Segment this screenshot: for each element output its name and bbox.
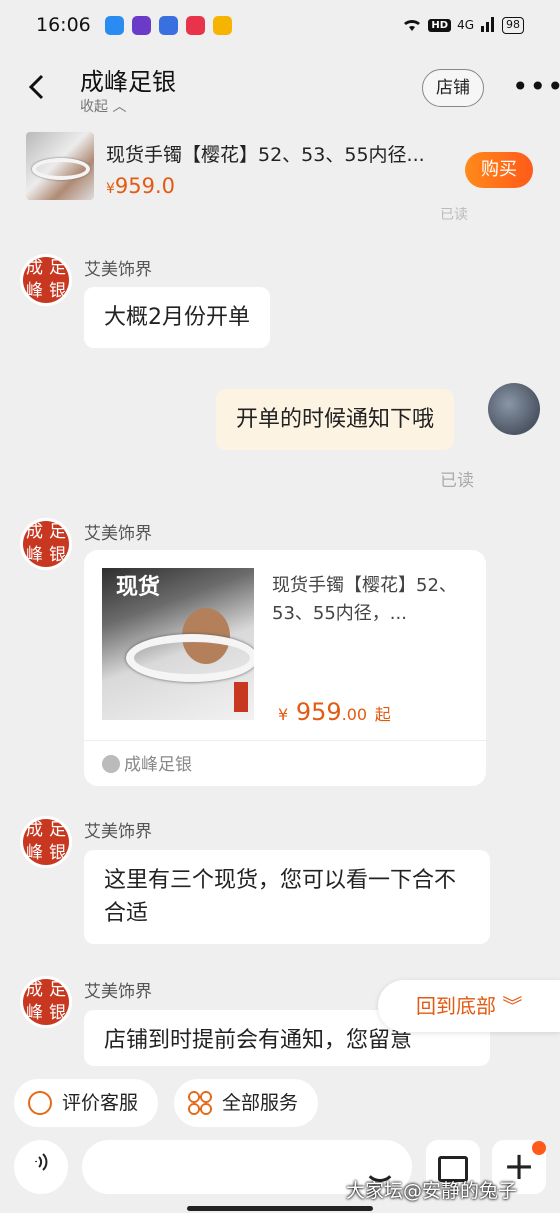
rate-service-button[interactable]: 评价客服: [14, 1079, 158, 1127]
my-message-bubble[interactable]: 开单的时候通知下哦: [216, 389, 455, 450]
signal-icon: [480, 16, 496, 35]
app-notification-icon: [212, 15, 232, 35]
watermark: 大家坛@安静的兔子: [346, 1180, 518, 1202]
wifi-icon: [402, 16, 422, 35]
avatar[interactable]: 成足峰银: [20, 816, 72, 868]
product-image: 现货: [102, 568, 254, 720]
app-notification-icon: [158, 15, 178, 35]
chip-label: 评价客服: [62, 1092, 139, 1114]
sender-name: 艾美饰界: [84, 524, 152, 544]
product-thumbnail: [26, 132, 94, 200]
product-card[interactable]: 现货 现货手镯【樱花】52、53、55内径，... ¥ 959.00 起 成峰足…: [84, 550, 486, 786]
all-services-button[interactable]: 全部服务: [174, 1079, 318, 1127]
grid-icon: [188, 1091, 212, 1115]
avatar[interactable]: 成足峰银: [20, 976, 72, 1028]
notification-dot: [532, 1141, 546, 1155]
status-indicators: HD 4G 98: [402, 16, 524, 35]
sender-name: 艾美饰界: [84, 822, 152, 842]
user-avatar[interactable]: [488, 383, 540, 435]
product-price: ¥959.0: [106, 174, 176, 198]
app-notification-icon: [104, 15, 124, 35]
hd-badge: HD: [428, 18, 452, 32]
status-time: 16:06: [36, 14, 91, 36]
shop-button[interactable]: 店铺: [422, 69, 484, 107]
product-card-title: 现货手镯【樱花】52、53、55内径，...: [272, 575, 457, 624]
product-card-shop[interactable]: 成峰足银: [102, 750, 192, 775]
chat-header: 成峰足银 收起 ︿ 店铺 •••: [0, 52, 560, 122]
read-status: 已读: [440, 471, 474, 491]
back-icon[interactable]: [26, 72, 48, 110]
home-indicator[interactable]: [187, 1206, 373, 1211]
product-title: 现货手镯【樱花】52、53、55内径...: [106, 144, 425, 166]
pinned-product[interactable]: 现货手镯【樱花】52、53、55内径... ¥959.0 购买: [0, 124, 560, 212]
app-notification-icon: [185, 15, 205, 35]
status-bar: 16:06 HD 4G 98: [0, 0, 560, 50]
chevron-up-icon: ︿: [112, 99, 127, 115]
page-title: 成峰足银: [80, 68, 176, 96]
shop-icon: [102, 755, 120, 773]
battery-indicator: 98: [502, 16, 524, 34]
double-chevron-down-icon: ︾: [502, 994, 523, 1018]
more-icon[interactable]: •••: [512, 70, 560, 103]
app-notification-icon: [131, 15, 151, 35]
message-bubble[interactable]: 这里有三个现货，您可以看一下合不合适: [84, 850, 490, 944]
read-status: 已读: [440, 207, 468, 223]
sender-name: 艾美饰界: [84, 260, 152, 280]
smile-icon: [28, 1091, 52, 1115]
back-to-bottom-button[interactable]: 回到底部 ︾: [378, 980, 560, 1032]
network-label: 4G: [457, 18, 474, 32]
collapse-toggle[interactable]: 收起 ︿: [80, 96, 126, 116]
voice-icon[interactable]: [14, 1140, 68, 1194]
buy-button[interactable]: 购买: [465, 152, 533, 188]
avatar[interactable]: 成足峰银: [20, 518, 72, 570]
collapse-label: 收起: [80, 99, 108, 115]
chip-label: 全部服务: [222, 1092, 299, 1114]
avatar[interactable]: 成足峰银: [20, 254, 72, 306]
divider: [84, 740, 486, 741]
message-bubble[interactable]: 大概2月份开单: [84, 287, 270, 348]
status-app-icons: [104, 15, 232, 35]
back-to-bottom-label: 回到底部: [416, 994, 496, 1018]
sender-name: 艾美饰界: [84, 982, 152, 1002]
product-card-price: ¥ 959.00 起: [278, 698, 391, 726]
